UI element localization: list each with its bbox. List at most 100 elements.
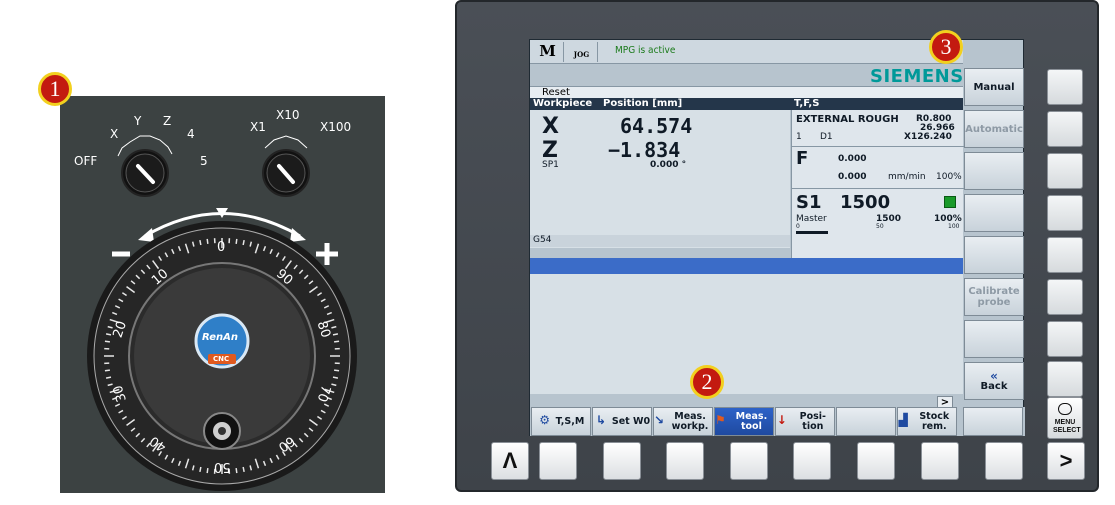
measure-tool-icon: ⚑	[715, 412, 726, 427]
softkey-stock-removal-label: Stock rem.	[919, 410, 950, 432]
axis-selector-knob[interactable]	[117, 135, 173, 197]
multiplier-label-x10: X10	[276, 108, 300, 122]
side-key-7[interactable]	[1047, 321, 1083, 357]
softkey-vertical-7[interactable]	[964, 320, 1024, 358]
dial-tick	[242, 239, 245, 246]
feed-value-1: 0.000	[838, 154, 867, 164]
spindle-scale-100: 100	[948, 223, 960, 230]
softkey-horizontal-6[interactable]	[836, 407, 896, 436]
callout-badge-2: 2	[690, 365, 724, 399]
dial-tick	[235, 468, 238, 474]
side-key-3[interactable]	[1047, 153, 1083, 189]
callout-badge-3: 3	[929, 30, 963, 64]
softkey-calibrate-probe[interactable]: Calibrate probe	[964, 278, 1024, 316]
bottom-key-5[interactable]	[793, 442, 831, 480]
softkey-automatic[interactable]: Automatic	[964, 110, 1024, 148]
dial-tick	[334, 369, 340, 372]
softkey-tsm[interactable]: ⚙ T,S,M	[531, 407, 591, 436]
spindle-master-label: Master	[796, 214, 827, 224]
softkey-meas-workpiece[interactable]: ↘ Meas. workp.	[653, 407, 713, 436]
dial-tick	[235, 238, 238, 244]
bottom-key-2[interactable]	[603, 442, 641, 480]
spindle-label: S1	[796, 192, 822, 213]
feed-label: F	[796, 148, 809, 169]
position-display: X 64.574 Z −1.834 SP1 0.000 ° G54	[530, 110, 790, 248]
bottom-key-7[interactable]	[921, 442, 959, 480]
softkey-manual[interactable]: Manual	[964, 68, 1024, 106]
axis-x-value: 64.574	[620, 114, 693, 138]
work-area: >	[530, 274, 963, 408]
dial-tick	[334, 340, 340, 343]
dial-tick	[332, 376, 339, 379]
side-key-6[interactable]	[1047, 279, 1083, 315]
softkey-meas-tool[interactable]: ⚑ Meas. tool	[714, 407, 774, 436]
side-key-5[interactable]	[1047, 237, 1083, 273]
tool-name: EXTERNAL ROUGH	[796, 114, 899, 125]
softkey-set-wo[interactable]: ↳ Set W0	[592, 407, 652, 436]
position-icon: ↓	[776, 412, 787, 427]
col-workpiece: Workpiece	[530, 98, 600, 110]
bottom-key-6[interactable]	[857, 442, 895, 480]
side-key-1[interactable]	[1047, 69, 1083, 105]
bottom-key-1[interactable]	[539, 442, 577, 480]
side-key-4[interactable]	[1047, 195, 1083, 231]
tool-number: 1	[796, 132, 802, 142]
horizontal-softkey-bar: ⚙ T,S,M ↳ Set W0 ↘ Meas. workp. ⚑ Meas. …	[530, 407, 1025, 436]
tool-d-label: D1	[820, 132, 833, 142]
softkey-meas-workpiece-label: Meas. workp.	[671, 410, 709, 432]
tsm-icon: ⚙	[539, 412, 551, 427]
recall-up-key[interactable]: Λ	[491, 442, 529, 480]
bottom-key-8[interactable]	[985, 442, 1023, 480]
softkey-vertical-3[interactable]	[964, 152, 1024, 190]
spindle-position-label: SP1	[542, 160, 559, 170]
col-position: Position [mm]	[600, 98, 791, 110]
back-label: Back	[980, 380, 1008, 392]
dial-tick	[206, 238, 209, 244]
dial-tick	[105, 376, 112, 379]
jog-icon: JOG	[566, 42, 598, 62]
spindle-scale-0: 0	[796, 223, 800, 230]
dial-tick	[199, 466, 202, 473]
machine-mode-icon: M	[532, 42, 564, 62]
dial-tick	[104, 369, 110, 372]
bottom-key-3[interactable]	[666, 442, 704, 480]
callout-badge-1: 1	[38, 72, 72, 106]
screen-header: M JOG MPG is active	[530, 40, 963, 64]
multiplier-label-x1: X1	[250, 120, 266, 134]
dial-number-0: 0	[217, 240, 226, 255]
multiplier-label-x100: X100	[320, 120, 352, 134]
channel-status: Reset	[530, 86, 963, 98]
etc-key[interactable]: >	[1047, 442, 1085, 480]
tool-x-value: X126.240	[904, 132, 952, 142]
logo-text: RenAn	[202, 332, 238, 343]
hmi-screen: M JOG MPG is active SIEMENS Reset Workpi…	[529, 39, 1025, 436]
axis-label-5: 5	[200, 154, 208, 168]
feed-percent: 100%	[936, 172, 962, 182]
softkey-horizontal-8[interactable]	[963, 407, 1023, 436]
handwheel-graphic	[87, 135, 357, 491]
axis-z-value: −1.834	[608, 138, 681, 162]
softkey-vertical-4[interactable]	[964, 194, 1024, 232]
dial-tick	[332, 333, 339, 336]
menu-select-key[interactable]: MENU SELECT	[1047, 397, 1083, 439]
menu-select-label: MENU SELECT	[1053, 419, 1081, 434]
bottom-key-4[interactable]	[730, 442, 768, 480]
side-key-8[interactable]	[1047, 361, 1083, 397]
logo-subtext: CNC	[213, 355, 230, 363]
multiplier-knob[interactable]	[262, 135, 310, 197]
softkey-stock-removal[interactable]: ▟ Stock rem.	[897, 407, 957, 436]
back-chevron-icon: «	[990, 368, 998, 383]
softkey-set-wo-label: Set W0	[611, 415, 651, 427]
cnc-controller: 3 2 M JOG MPG is active SIEMENS Reset Wo…	[455, 0, 1099, 492]
softkey-position[interactable]: ↓ Posi- tion	[775, 407, 835, 436]
axis-label-off: OFF	[74, 154, 98, 168]
softkey-position-label: Posi- tion	[799, 410, 826, 432]
spindle-direction-icon	[944, 196, 956, 208]
status-message: MPG is active	[615, 45, 676, 56]
feed-unit: mm/min	[888, 172, 926, 182]
spindle-scale-50: 50	[876, 223, 884, 230]
axis-label-4: 4	[187, 127, 195, 141]
side-key-2[interactable]	[1047, 111, 1083, 147]
softkey-back[interactable]: « Back	[964, 362, 1024, 400]
softkey-vertical-5[interactable]	[964, 236, 1024, 274]
